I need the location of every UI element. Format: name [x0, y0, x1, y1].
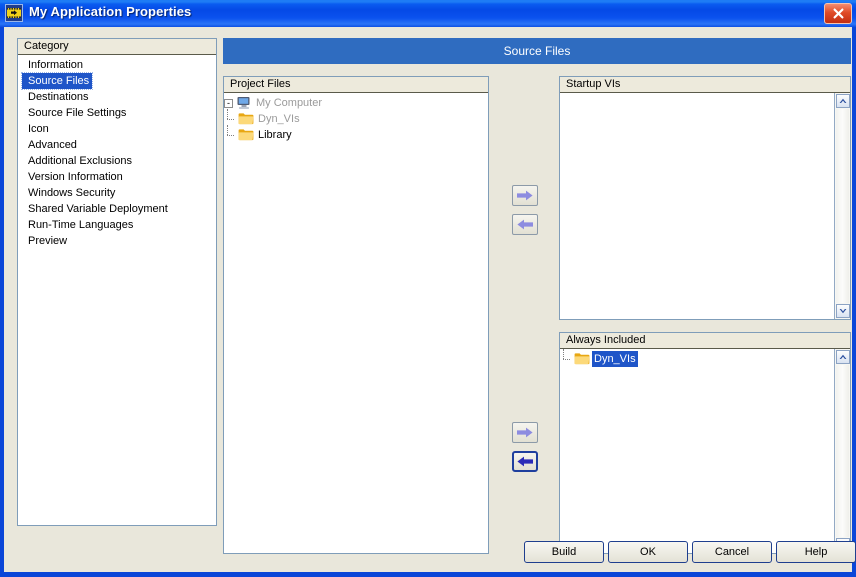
- labview-vi-icon: [5, 4, 23, 22]
- category-item-version-information[interactable]: Version Information: [22, 169, 126, 185]
- project-files-tree[interactable]: - My Computer Dyn_VIs Library: [224, 93, 488, 143]
- window-bottom-edge: [0, 572, 856, 577]
- category-item-label: Source Files: [28, 75, 90, 87]
- page-title: Source Files: [503, 44, 571, 58]
- dialog-client-area: Category Information Source Files Destinat…: [3, 27, 856, 572]
- project-files-body[interactable]: - My Computer Dyn_VIs Library: [224, 93, 488, 553]
- startup-vis-list[interactable]: [560, 93, 850, 95]
- folder-icon: [238, 112, 254, 126]
- close-icon[interactable]: [824, 3, 852, 24]
- category-item-preview[interactable]: Preview: [22, 233, 70, 249]
- scrollbar-track[interactable]: [836, 365, 849, 537]
- startup-vis-header: Startup VIs: [560, 77, 850, 93]
- category-item-label: Preview: [28, 235, 68, 247]
- window-title: My Application Properties: [29, 4, 192, 19]
- tree-row-label: Library: [258, 129, 292, 141]
- tree-row-label: Dyn_VIs: [258, 113, 300, 125]
- category-item-shared-variable-deployment[interactable]: Shared Variable Deployment: [22, 201, 171, 217]
- category-item-label: Icon: [28, 123, 49, 135]
- scrollbar-track[interactable]: [836, 109, 849, 303]
- always-included-scrollbar[interactable]: [834, 349, 850, 553]
- project-files-panel: Project Files - My Computer Dyn_VIs Library: [223, 76, 489, 554]
- chevron-up-icon[interactable]: [836, 94, 850, 108]
- tree-row-label: My Computer: [256, 97, 323, 109]
- always-included-header: Always Included: [560, 333, 850, 349]
- startup-vis-body[interactable]: [560, 93, 850, 319]
- remove-from-always-included-button[interactable]: [512, 451, 538, 472]
- category-item-windows-security[interactable]: Windows Security: [22, 185, 118, 201]
- category-item-source-file-settings[interactable]: Source File Settings: [22, 105, 129, 121]
- category-item-run-time-languages[interactable]: Run-Time Languages: [22, 217, 136, 233]
- application-properties-dialog: My Application Properties Category Infor…: [0, 0, 856, 577]
- tree-row[interactable]: Dyn_VIs: [224, 109, 488, 127]
- tree-expander-collapse-icon[interactable]: -: [224, 98, 233, 108]
- folder-icon: [238, 128, 254, 142]
- category-item-label: Version Information: [28, 171, 123, 183]
- category-item-label: Windows Security: [28, 187, 116, 199]
- category-item-label: Shared Variable Deployment: [28, 203, 168, 215]
- category-item-additional-exclusions[interactable]: Additional Exclusions: [22, 153, 135, 169]
- startup-vis-panel: Startup VIs: [559, 76, 851, 320]
- build-button[interactable]: Build: [524, 541, 604, 563]
- category-item-icon[interactable]: Icon: [22, 121, 52, 137]
- page-title-banner: Source Files: [223, 38, 851, 64]
- category-panel: Category Information Source Files Destinat…: [17, 38, 217, 526]
- computer-icon: [236, 96, 252, 110]
- category-item-destinations[interactable]: Destinations: [22, 89, 92, 105]
- ok-button[interactable]: OK: [608, 541, 688, 563]
- tree-row-label: Dyn_VIs: [592, 351, 638, 367]
- startup-vis-scrollbar[interactable]: [834, 93, 850, 319]
- always-included-body[interactable]: Dyn_VIs: [560, 349, 850, 553]
- tree-row[interactable]: - My Computer: [224, 95, 488, 111]
- always-included-list[interactable]: Dyn_VIs: [560, 349, 850, 367]
- tree-connector: [224, 125, 238, 143]
- category-item-source-files[interactable]: Source Files: [20, 72, 94, 90]
- category-item-advanced[interactable]: Advanced: [22, 137, 80, 153]
- category-item-label: Additional Exclusions: [28, 155, 132, 167]
- tree-connector: [560, 349, 574, 367]
- chevron-up-icon[interactable]: [836, 350, 850, 364]
- cancel-button[interactable]: Cancel: [692, 541, 772, 563]
- category-header: Category: [18, 39, 216, 55]
- category-item-label: Information: [28, 59, 84, 71]
- project-files-header: Project Files: [224, 77, 488, 93]
- category-list[interactable]: Information Source Files Destinations Sourc…: [18, 55, 216, 249]
- add-to-always-included-button[interactable]: [512, 422, 538, 443]
- always-included-panel: Always Included Dyn_VIs: [559, 332, 851, 554]
- folder-icon: [574, 352, 590, 366]
- category-item-label: Destinations: [28, 91, 89, 103]
- remove-from-startup-vis-button[interactable]: [512, 214, 538, 235]
- tree-row[interactable]: Dyn_VIs: [560, 349, 850, 367]
- category-item-label: Advanced: [28, 139, 77, 151]
- add-to-startup-vis-button[interactable]: [512, 185, 538, 206]
- category-item-label: Source File Settings: [28, 107, 127, 119]
- tree-row[interactable]: Library: [224, 125, 488, 143]
- category-item-information[interactable]: Information: [22, 57, 86, 73]
- category-item-label: Run-Time Languages: [28, 219, 134, 231]
- help-button[interactable]: Help: [776, 541, 856, 563]
- title-bar[interactable]: My Application Properties: [0, 0, 856, 27]
- chevron-down-icon[interactable]: [836, 304, 850, 318]
